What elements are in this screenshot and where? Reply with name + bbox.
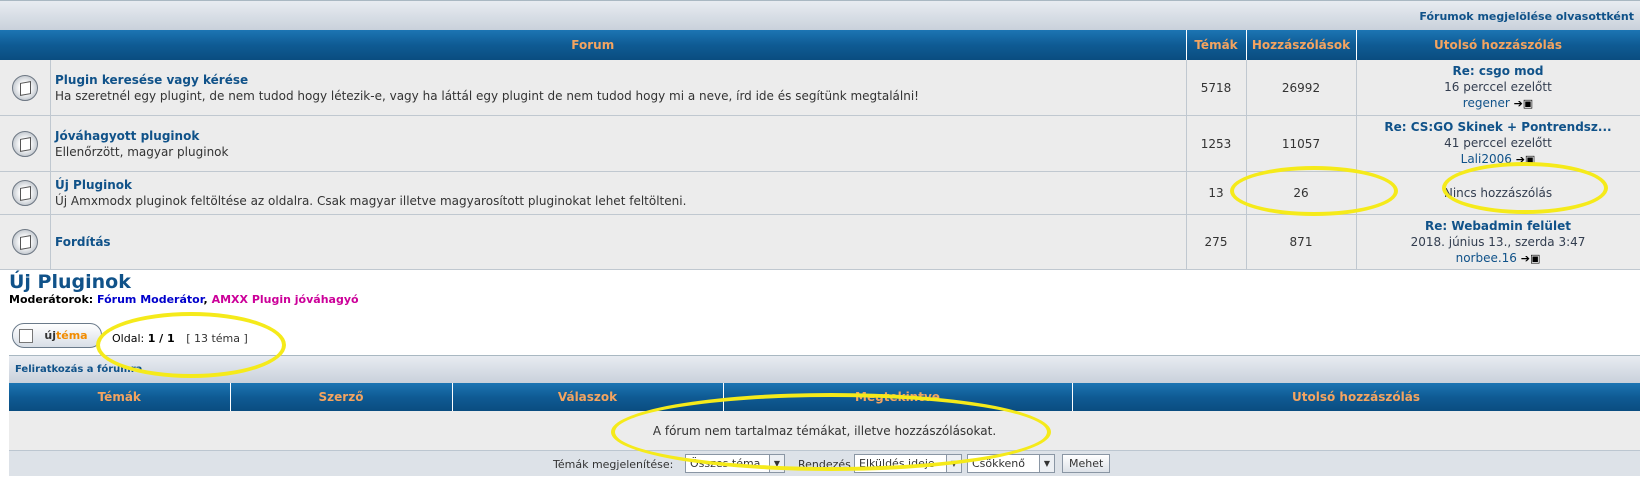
- top-bar: Fórumok megjelölése olvasottként: [0, 0, 1640, 30]
- forum-topics-count: 1253: [1186, 115, 1247, 172]
- forum-description: Új Amxmodx pluginok feltöltése az oldalr…: [55, 194, 687, 208]
- page-label: Oldal:: [112, 332, 145, 345]
- go-button[interactable]: Mehet: [1062, 454, 1111, 473]
- pagination: Oldal: 1 / 1 [ 13 téma ]: [112, 332, 248, 345]
- subscribe-bar: Feliratkozás a fórumra: [9, 355, 1640, 383]
- forum-title-link[interactable]: Fordítás: [55, 235, 111, 249]
- replies-column-header: Válaszok: [452, 383, 724, 411]
- forum-cell: Jóváhagyott pluginok Ellenőrzött, magyar…: [0, 115, 1187, 172]
- forum-cell: Plugin keresése vagy kérése Ha szeretnél…: [0, 60, 1187, 116]
- forum-cell: Új Pluginok Új Amxmodx pluginok feltölté…: [0, 171, 1187, 215]
- forum-icon-cell: [0, 172, 51, 214]
- topic-count: [ 13 téma ]: [186, 332, 248, 345]
- last-post-time: 16 perccel ezelőtt: [1444, 80, 1552, 94]
- new-topic-button[interactable]: újtéma: [12, 323, 102, 348]
- last-post-time: 41 perccel ezelőtt: [1444, 136, 1552, 150]
- moderator-group-link[interactable]: Fórum Moderátor: [97, 293, 203, 306]
- forum-topics-count: 5718: [1186, 60, 1247, 116]
- forum-read-icon: [12, 180, 38, 206]
- forum-title-link[interactable]: Jóváhagyott pluginok: [55, 129, 228, 143]
- empty-message: A fórum nem tartalmaz témákat, illetve h…: [9, 411, 1640, 451]
- sort-by-select[interactable]: Elküldés ideje ▼: [854, 454, 962, 473]
- posts-header: Hozzászólások: [1246, 30, 1357, 60]
- chevron-down-icon: ▼: [1039, 455, 1054, 472]
- forum-icon-cell: [0, 60, 51, 115]
- forum-read-icon: [12, 130, 38, 157]
- subscribe-forum-link[interactable]: Feliratkozás a fórumra: [15, 364, 142, 375]
- topics-header: Témák: [1186, 30, 1247, 60]
- display-topics-label: Témák megjelenítése:: [553, 458, 674, 471]
- last-post-header: Utolsó hozzászólás: [1356, 30, 1640, 60]
- no-posts-text: Nincs hozzászólás: [1443, 186, 1553, 200]
- forum-list-table: Forum Témák Hozzászólások Utolsó hozzász…: [0, 30, 1640, 270]
- forum-posts-count: 871: [1246, 214, 1357, 270]
- last-post-user-link[interactable]: Lali2006: [1461, 152, 1512, 166]
- forum-icon-cell: [0, 215, 51, 269]
- forum-section-heading: Új Pluginok: [9, 271, 131, 293]
- sort-order-select[interactable]: Csökkenő ▼: [967, 454, 1055, 473]
- forum-row: Új Pluginok Új Amxmodx pluginok feltölté…: [0, 171, 1640, 215]
- last-post-user-link[interactable]: regener: [1463, 96, 1510, 110]
- moderators-label: Moderátorok:: [9, 293, 94, 306]
- forum-posts-count: 26: [1246, 171, 1357, 215]
- forum-row: Jóváhagyott pluginok Ellenőrzött, magyar…: [0, 115, 1640, 172]
- mark-forums-read-link[interactable]: Fórumok megjelölése olvasottként: [1419, 10, 1634, 23]
- forum-last-post: Re: csgo mod 16 perccel ezelőtt regener …: [1356, 60, 1640, 116]
- plugin-approver-group-link[interactable]: AMXX Plugin jóváhagyó: [212, 293, 359, 306]
- last-post-user-link[interactable]: norbee.16: [1456, 251, 1517, 265]
- forum-posts-count: 26992: [1246, 60, 1357, 116]
- page-value: 1 / 1: [147, 332, 175, 345]
- sort-label: Rendezés: [798, 458, 851, 471]
- forum-row: Fordítás 275 871 Re: Webadmin felület 20…: [0, 214, 1640, 270]
- topics-column-header: Témák: [9, 383, 231, 411]
- moderators-line: Moderátorok: Fórum Moderátor, AMXX Plugi…: [9, 293, 359, 306]
- moderator-separator: ,: [203, 293, 208, 306]
- topic-list-table: Témák Szerző Válaszok Megtekintve Utolsó…: [9, 383, 1640, 451]
- last-post-title-link[interactable]: Re: csgo mod: [1453, 64, 1544, 78]
- forum-last-post: Re: Webadmin felület 2018. június 13., s…: [1356, 214, 1640, 270]
- empty-row: A fórum nem tartalmaz témákat, illetve h…: [9, 411, 1640, 451]
- author-column-header: Szerző: [230, 383, 453, 411]
- forum-topics-count: 275: [1186, 214, 1247, 270]
- chevron-down-icon: ▼: [946, 455, 961, 472]
- chevron-down-icon: ▼: [769, 455, 784, 472]
- forum-description: Ha szeretnél egy plugint, de nem tudod h…: [55, 88, 919, 103]
- new-topic-icon: [19, 329, 33, 343]
- forum-topics-count: 13: [1186, 171, 1247, 215]
- forum-icon-cell: [0, 116, 51, 171]
- forum-cell: Fordítás: [0, 214, 1187, 270]
- new-topic-label: újtéma: [44, 329, 88, 342]
- goto-last-post-icon[interactable]: ➔▣: [1516, 153, 1536, 166]
- goto-last-post-icon[interactable]: ➔▣: [1514, 97, 1534, 110]
- forum-read-icon: [12, 74, 38, 101]
- last-post-time: 2018. június 13., szerda 3:47: [1410, 234, 1586, 249]
- forum-posts-count: 11057: [1246, 115, 1357, 172]
- forum-read-icon: [12, 229, 38, 255]
- forum-row: Plugin keresése vagy kérése Ha szeretnél…: [0, 60, 1640, 116]
- display-topics-select[interactable]: Összes téma ▼: [685, 454, 785, 473]
- goto-last-post-icon[interactable]: ➔▣: [1521, 252, 1541, 265]
- forum-description: Ellenőrzött, magyar pluginok: [55, 144, 229, 159]
- forum-last-post: Re: CS:GO Skinek + Pontrendsz... 41 perc…: [1356, 115, 1640, 172]
- last-post-column-header: Utolsó hozzászólás: [1072, 383, 1640, 411]
- forum-header: Forum: [0, 30, 1187, 60]
- last-post-title-link[interactable]: Re: Webadmin felület: [1425, 219, 1571, 233]
- views-column-header: Megtekintve: [723, 383, 1073, 411]
- forum-title-link[interactable]: Új Pluginok: [55, 178, 686, 192]
- forum-title[interactable]: Új Pluginok: [9, 271, 131, 293]
- topic-filter-bar: Témák megjelenítése: Összes téma ▼ Rendez…: [9, 450, 1640, 476]
- forum-title-link[interactable]: Plugin keresése vagy kérése: [55, 73, 919, 87]
- last-post-title-link[interactable]: Re: CS:GO Skinek + Pontrendsz...: [1384, 120, 1611, 134]
- forum-last-post: Nincs hozzászólás: [1356, 171, 1640, 215]
